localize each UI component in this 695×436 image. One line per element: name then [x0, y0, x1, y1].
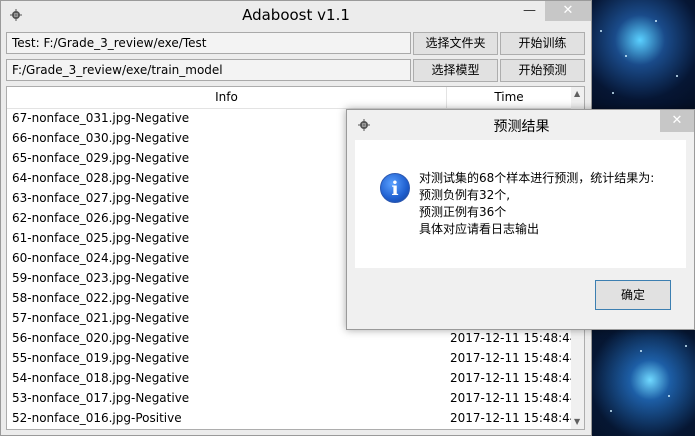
row-time: 2017-12-11 15:48:44	[450, 411, 578, 425]
title-bar: Adaboost v1.1 — ✕	[1, 1, 591, 30]
row-info: 53-nonface_017.jpg-Negative	[12, 391, 190, 405]
scroll-down-icon[interactable]: ▼	[574, 417, 580, 426]
row-info: 63-nonface_027.jpg-Negative	[12, 191, 190, 205]
row-info: 57-nonface_021.jpg-Negative	[12, 311, 190, 325]
close-button[interactable]: ✕	[545, 1, 591, 21]
row-info: 58-nonface_022.jpg-Negative	[12, 291, 190, 305]
row-info: 66-nonface_030.jpg-Negative	[12, 131, 190, 145]
row-info: 65-nonface_029.jpg-Negative	[12, 151, 190, 165]
table-row[interactable]: 56-nonface_020.jpg-Negative 2017-12-11 15…	[7, 329, 577, 349]
table-row[interactable]: 54-nonface_018.jpg-Negative 2017-12-11 15…	[7, 369, 577, 389]
row-info: 64-nonface_028.jpg-Negative	[12, 171, 190, 185]
row-info: 59-nonface_023.jpg-Negative	[12, 271, 190, 285]
model-path-field[interactable]: F:/Grade_3_review/exe/train_model	[6, 59, 411, 81]
dialog-title: 预测结果	[493, 119, 550, 135]
row-info: 54-nonface_018.jpg-Negative	[12, 371, 190, 385]
message-line: 预测正例有36个	[419, 205, 507, 219]
scroll-up-icon[interactable]: ▲	[574, 89, 580, 98]
start-predict-button[interactable]: 开始预测	[500, 59, 585, 82]
row-time: 2017-12-11 15:48:44	[450, 391, 578, 405]
message-line: 对测试集的68个样本进行预测，统计结果为:	[419, 171, 655, 185]
message-line: 预测负例有32个,	[419, 188, 511, 202]
table-row[interactable]: 52-nonface_016.jpg-Positive 2017-12-11 15…	[7, 409, 577, 429]
row-time: 2017-12-11 15:48:44	[450, 331, 578, 345]
row-info: 61-nonface_025.jpg-Negative	[12, 231, 190, 245]
info-icon: i	[380, 173, 410, 203]
select-folder-button[interactable]: 选择文件夹	[413, 32, 498, 55]
table-row[interactable]: 53-nonface_017.jpg-Negative 2017-12-11 15…	[7, 389, 577, 409]
table-row[interactable]: 55-nonface_019.jpg-Negative 2017-12-11 15…	[7, 349, 577, 369]
column-header-time[interactable]: Time	[446, 87, 572, 108]
row-time: 2017-12-11 15:48:44	[450, 371, 578, 385]
dialog-close-button[interactable]: ✕	[660, 110, 694, 132]
message-line: 具体对应请看日志输出	[419, 222, 540, 236]
row-info: 60-nonface_024.jpg-Negative	[12, 251, 190, 265]
select-model-button[interactable]: 选择模型	[413, 59, 498, 82]
start-train-button[interactable]: 开始训练	[500, 32, 585, 55]
column-header-info[interactable]: Info	[7, 87, 447, 108]
minimize-button[interactable]: —	[516, 1, 543, 21]
row-info: 62-nonface_026.jpg-Negative	[12, 211, 190, 225]
row-info: 52-nonface_016.jpg-Positive	[12, 411, 182, 425]
ok-button[interactable]: 确定	[595, 280, 671, 310]
row-info: 55-nonface_019.jpg-Negative	[12, 351, 190, 365]
result-dialog: 预测结果 ✕ i 对测试集的68个样本进行预测，统计结果为: 预测负例有32个,…	[346, 109, 695, 330]
row-time: 2017-12-11 15:48:44	[450, 351, 578, 365]
table-header: Info Time	[7, 87, 572, 109]
dialog-message: 对测试集的68个样本进行预测，统计结果为: 预测负例有32个, 预测正例有36个…	[419, 170, 654, 238]
dialog-body: i 对测试集的68个样本进行预测，统计结果为: 预测负例有32个, 预测正例有3…	[355, 140, 686, 268]
test-path-field[interactable]: Test: F:/Grade_3_review/exe/Test	[6, 32, 411, 54]
row-info: 56-nonface_020.jpg-Negative	[12, 331, 190, 345]
window-title: Adaboost v1.1	[242, 6, 350, 24]
row-info: 67-nonface_031.jpg-Negative	[12, 111, 190, 125]
